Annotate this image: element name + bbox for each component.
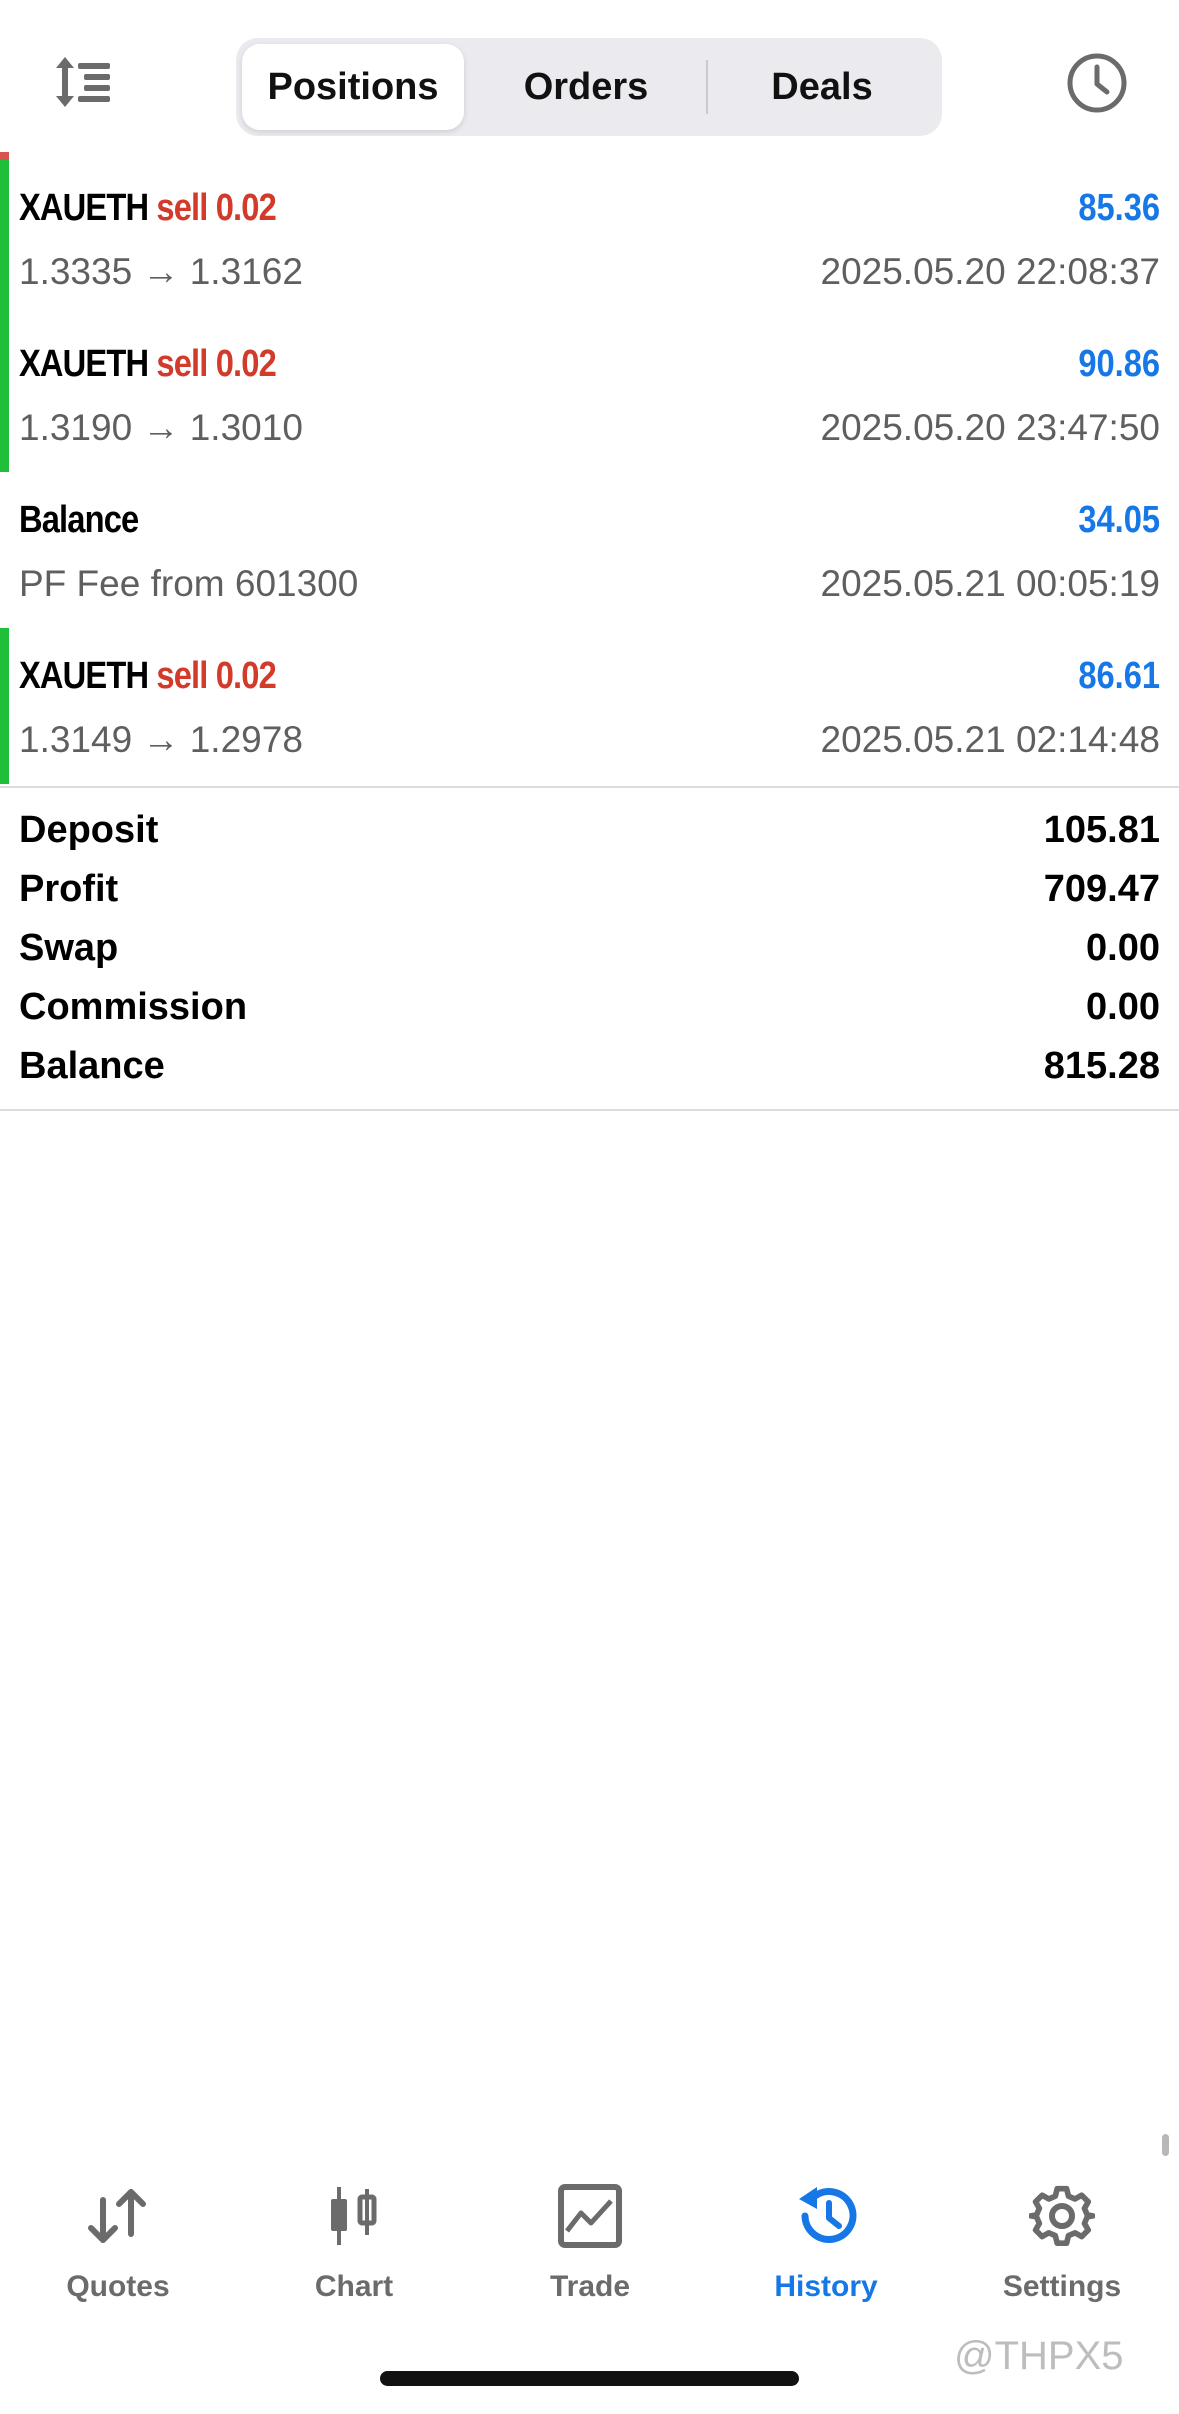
position-indicator-bar [0, 160, 9, 316]
trade-chart-icon [472, 2180, 708, 2252]
top-bar: Positions Orders Deals [0, 0, 1179, 150]
summary-label: Deposit [19, 809, 159, 851]
summary-top-divider [0, 786, 1179, 788]
summary-row-profit: Profit 709.47 [0, 859, 1179, 918]
deal-time: 2025.05.20 23:47:50 [820, 407, 1161, 448]
deal-symbol: XAUETH [19, 187, 149, 229]
tab-orders[interactable]: Orders [472, 44, 700, 130]
summary-label: Profit [19, 868, 119, 910]
deal-prices: 1.3149 → 1.2978 [19, 719, 303, 760]
nav-history[interactable]: History [708, 2170, 944, 2310]
summary-row-commission: Commission 0.00 [0, 977, 1179, 1036]
watermark: @THPX5 [954, 2334, 1124, 2378]
quotes-arrows-icon [0, 2180, 236, 2252]
deal-profit: 90.86 [1078, 343, 1160, 385]
summary-bottom-divider [0, 1109, 1179, 1111]
deal-time: 2025.05.20 22:08:37 [820, 251, 1161, 292]
deal-prices: 1.3190 → 1.3010 [19, 407, 303, 448]
deal-title: XAUETH sell 0.02 [19, 186, 277, 230]
position-indicator-bar [0, 628, 9, 784]
nav-chart[interactable]: Chart [236, 2170, 472, 2310]
nav-label: Chart [314, 2270, 394, 2303]
candlestick-icon [236, 2180, 472, 2252]
history-clock-icon [708, 2180, 944, 2252]
bottom-tab-bar: Quotes Chart Trade History Settings [0, 2170, 1179, 2310]
nav-settings[interactable]: Settings [944, 2170, 1179, 2310]
summary-value: 709.47 [1043, 868, 1160, 910]
scroll-indicator[interactable] [1162, 2134, 1169, 2156]
deal-row[interactable]: Balance 34.05 PF Fee from 601300 2025.05… [0, 472, 1179, 628]
deal-title: XAUETH sell 0.02 [19, 342, 277, 386]
deal-symbol: Balance [19, 499, 139, 541]
deal-profit: 85.36 [1078, 187, 1160, 229]
position-indicator-bar [0, 316, 9, 472]
account-summary: Deposit 105.81 Profit 709.47 Swap 0.00 C… [0, 800, 1179, 1095]
clock-icon[interactable] [1064, 50, 1130, 116]
tab-positions[interactable]: Positions [242, 44, 464, 130]
deal-symbol: XAUETH [19, 343, 149, 385]
nav-label: Quotes [66, 2270, 170, 2303]
summary-value: 0.00 [1086, 986, 1160, 1028]
sort-icon[interactable] [50, 52, 116, 112]
nav-label: History [774, 2270, 878, 2303]
deal-symbol: XAUETH [19, 655, 149, 697]
summary-label: Balance [19, 1045, 165, 1087]
deal-profit: 86.61 [1078, 655, 1160, 697]
deal-list: XAUETH sell 0.02 85.36 1.3335 → 1.3162 2… [0, 160, 1179, 784]
nav-trade[interactable]: Trade [472, 2170, 708, 2310]
summary-value: 815.28 [1043, 1045, 1160, 1087]
deal-comment: PF Fee from 601300 [19, 563, 359, 604]
deal-prices: 1.3335 → 1.3162 [19, 251, 303, 292]
summary-row-deposit: Deposit 105.81 [0, 800, 1179, 859]
summary-row-swap: Swap 0.00 [0, 918, 1179, 977]
summary-value: 0.00 [1086, 927, 1160, 969]
deal-time: 2025.05.21 00:05:19 [820, 563, 1161, 604]
deal-title: XAUETH sell 0.02 [19, 654, 277, 698]
view-segmented-control: Positions Orders Deals [236, 38, 942, 136]
deal-row[interactable]: XAUETH sell 0.02 86.61 1.3149 → 1.2978 2… [0, 628, 1179, 784]
deal-row[interactable]: XAUETH sell 0.02 85.36 1.3335 → 1.3162 2… [0, 160, 1179, 316]
deal-action: sell 0.02 [156, 343, 276, 385]
summary-row-balance: Balance 815.28 [0, 1036, 1179, 1095]
nav-label: Trade [549, 2270, 631, 2303]
deal-time: 2025.05.21 02:14:48 [820, 719, 1161, 760]
deal-profit: 34.05 [1078, 499, 1160, 541]
deal-action: sell 0.02 [156, 187, 276, 229]
nav-quotes[interactable]: Quotes [0, 2170, 236, 2310]
summary-label: Commission [19, 986, 248, 1028]
summary-value: 105.81 [1043, 809, 1160, 851]
nav-label: Settings [1002, 2270, 1122, 2303]
deal-title: Balance [19, 498, 139, 542]
summary-label: Swap [19, 927, 119, 969]
home-indicator[interactable] [380, 2371, 799, 2386]
deal-row[interactable]: XAUETH sell 0.02 90.86 1.3190 → 1.3010 2… [0, 316, 1179, 472]
deal-action: sell 0.02 [156, 655, 276, 697]
gear-icon [944, 2180, 1179, 2252]
tab-deals[interactable]: Deals [708, 44, 936, 130]
